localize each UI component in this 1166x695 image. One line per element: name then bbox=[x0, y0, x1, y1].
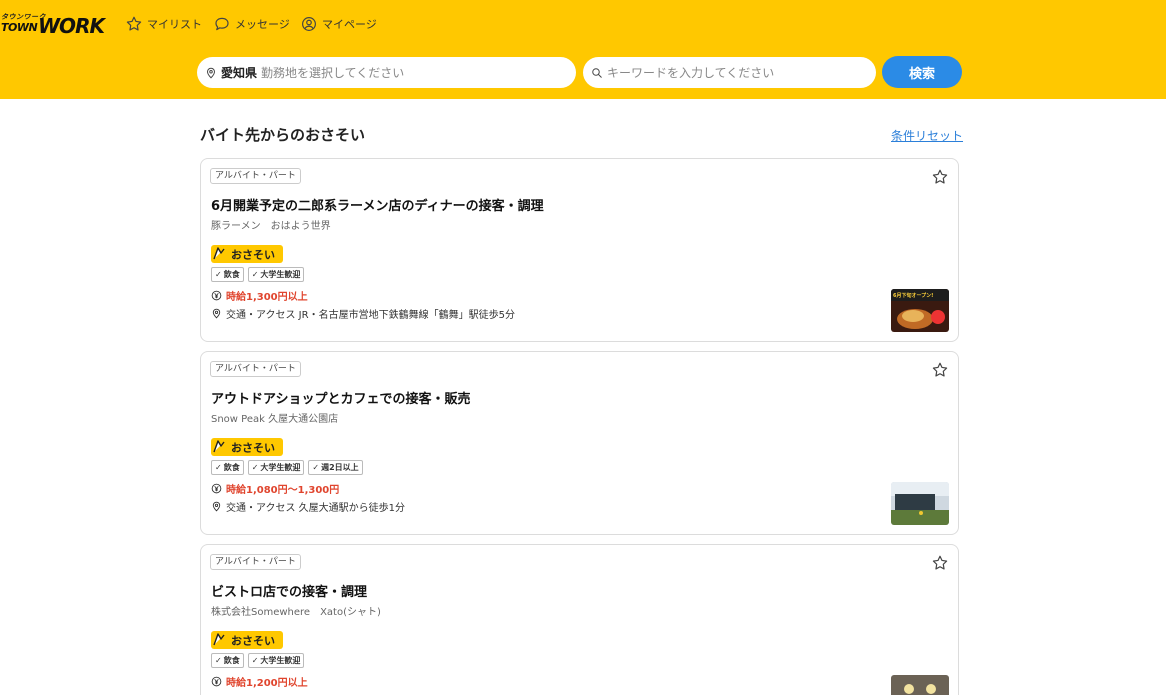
feature-badge: ✓ 飲食 bbox=[211, 460, 244, 475]
nav-mypage-label: マイページ bbox=[322, 18, 377, 31]
employment-type-tag: アルバイト・パート bbox=[210, 361, 301, 377]
job-thumbnail[interactable] bbox=[891, 482, 949, 525]
feature-badge: ✓ 大学生歓迎 bbox=[247, 460, 305, 475]
location-pin-icon bbox=[206, 67, 216, 78]
feature-badge: ✓ 飲食 bbox=[211, 267, 244, 282]
star-icon bbox=[126, 16, 142, 31]
thumb-caption: 6月下旬オープン! bbox=[893, 292, 933, 299]
feature-badges: ✓ 飲食 ✓ 大学生歓迎 bbox=[211, 653, 305, 668]
check-icon: ✓ bbox=[215, 656, 222, 665]
feature-badge-label: 飲食 bbox=[223, 270, 240, 279]
location-placeholder: 勤務地を選択してください bbox=[261, 66, 405, 80]
feature-badge-label: 飲食 bbox=[223, 463, 240, 472]
nav-mylist[interactable]: マイリスト bbox=[125, 14, 202, 34]
feature-badge: ✓ 飲食 bbox=[211, 653, 244, 668]
wage-text: 時給1,080円〜1,300円 bbox=[226, 485, 340, 496]
employment-type-tag: アルバイト・パート bbox=[210, 168, 301, 184]
osasoi-label: おさそい bbox=[231, 442, 275, 455]
nav-messages-label: メッセージ bbox=[235, 18, 290, 31]
logo-town: TOWN bbox=[1, 21, 38, 34]
check-icon: ✓ bbox=[312, 463, 320, 472]
access-text: 交通・アクセス 久屋大通駅から徒歩1分 bbox=[226, 503, 406, 514]
access-info: 交通・アクセス 久屋大通駅から徒歩1分 bbox=[211, 499, 405, 514]
feature-badge-label: 週2日以上 bbox=[321, 463, 359, 472]
site-header: タウンワーク TOWN WORK マイリスト メッセージ マイページ 愛知県 勤… bbox=[0, 0, 1166, 99]
check-icon: ✓ bbox=[251, 463, 259, 472]
osasoi-label: おさそい bbox=[231, 635, 275, 648]
employment-type-tag: アルバイト・パート bbox=[210, 554, 301, 570]
location-pin-icon bbox=[212, 308, 221, 319]
wage-text: 時給1,300円以上 bbox=[226, 292, 308, 303]
yen-icon bbox=[211, 676, 222, 687]
feature-badge: ✓ 大学生歓迎 bbox=[247, 267, 305, 282]
location-pin-icon bbox=[212, 501, 221, 512]
job-card[interactable]: アルバイト・パート アウトドアショップとカフェでの接客・販売 Snow Peak… bbox=[200, 351, 959, 535]
wage-info: 時給1,080円〜1,300円 bbox=[211, 481, 339, 496]
wage-info: 時給1,200円以上 bbox=[211, 674, 308, 689]
wage-info: 時給1,300円以上 bbox=[211, 288, 308, 303]
job-card[interactable]: アルバイト・パート ビストロ店での接客・調理 株式会社Somewhere Xat… bbox=[200, 544, 959, 695]
nav-mylist-label: マイリスト bbox=[147, 18, 202, 31]
feature-badge-label: 大学生歓迎 bbox=[260, 270, 301, 279]
feature-badge: ✓ 大学生歓迎 bbox=[247, 653, 305, 668]
osasoi-badge: おさそい bbox=[211, 245, 283, 263]
job-card[interactable]: アルバイト・パート 6月開業予定の二郎系ラーメン店のディナーの接客・調理 豚ラー… bbox=[200, 158, 959, 342]
location-prefecture: 愛知県 bbox=[221, 66, 258, 80]
location-field[interactable]: 愛知県 勤務地を選択してください bbox=[197, 57, 576, 88]
job-title[interactable]: アウトドアショップとカフェでの接客・販売 bbox=[211, 388, 470, 407]
company-name: Snow Peak 久屋大通公園店 bbox=[211, 414, 339, 425]
check-icon: ✓ bbox=[251, 270, 259, 279]
nav-messages[interactable]: メッセージ bbox=[213, 14, 290, 34]
check-icon: ✓ bbox=[215, 463, 222, 472]
keyword-field[interactable]: キーワードを入力してください bbox=[583, 57, 876, 88]
logo-work: WORK bbox=[38, 14, 105, 38]
feature-badges: ✓ 飲食 ✓ 大学生歓迎 bbox=[211, 267, 305, 282]
feature-badge-label: 飲食 bbox=[223, 656, 240, 665]
access-info: 交通・アクセス JR・名古屋市営地下鉄鶴舞線「鶴舞」駅徒歩5分 bbox=[211, 306, 515, 321]
favorite-star-icon[interactable] bbox=[931, 554, 949, 572]
message-icon bbox=[215, 17, 229, 31]
company-name: 株式会社Somewhere Xato(シャト) bbox=[211, 607, 381, 618]
keyword-placeholder: キーワードを入力してください bbox=[607, 66, 775, 80]
favorite-star-icon[interactable] bbox=[931, 361, 949, 379]
osasoi-label: おさそい bbox=[231, 249, 275, 262]
job-title[interactable]: 6月開業予定の二郎系ラーメン店のディナーの接客・調理 bbox=[211, 195, 544, 214]
check-icon: ✓ bbox=[215, 270, 222, 279]
feature-badges: ✓ 飲食 ✓ 大学生歓迎 ✓ 週2日以上 bbox=[211, 460, 363, 475]
user-icon bbox=[302, 17, 316, 31]
reset-conditions-link[interactable]: 条件リセット bbox=[891, 127, 963, 144]
feature-badge: ✓ 週2日以上 bbox=[308, 460, 363, 475]
nav-mypage[interactable]: マイページ bbox=[300, 14, 377, 34]
job-thumbnail[interactable]: 6月下旬オープン! bbox=[891, 289, 949, 332]
page-title: バイト先からのおさそい bbox=[200, 126, 366, 144]
feature-badge-label: 大学生歓迎 bbox=[260, 656, 301, 665]
osasoi-badge: おさそい bbox=[211, 631, 283, 649]
check-icon: ✓ bbox=[251, 656, 259, 665]
wage-text: 時給1,200円以上 bbox=[226, 678, 308, 689]
yen-icon bbox=[211, 483, 222, 494]
job-thumbnail[interactable] bbox=[891, 675, 949, 695]
search-button[interactable]: 検索 bbox=[882, 56, 962, 88]
feature-badge-label: 大学生歓迎 bbox=[260, 463, 301, 472]
osasoi-badge: おさそい bbox=[211, 438, 283, 456]
access-text: 交通・アクセス JR・名古屋市営地下鉄鶴舞線「鶴舞」駅徒歩5分 bbox=[226, 310, 515, 321]
job-title[interactable]: ビストロ店での接客・調理 bbox=[211, 581, 367, 600]
search-icon bbox=[592, 67, 602, 78]
favorite-star-icon[interactable] bbox=[931, 168, 949, 186]
townwork-logo[interactable]: タウンワーク TOWN WORK bbox=[1, 12, 105, 38]
yen-icon bbox=[211, 290, 222, 301]
company-name: 豚ラーメン おはよう世界 bbox=[211, 221, 331, 232]
